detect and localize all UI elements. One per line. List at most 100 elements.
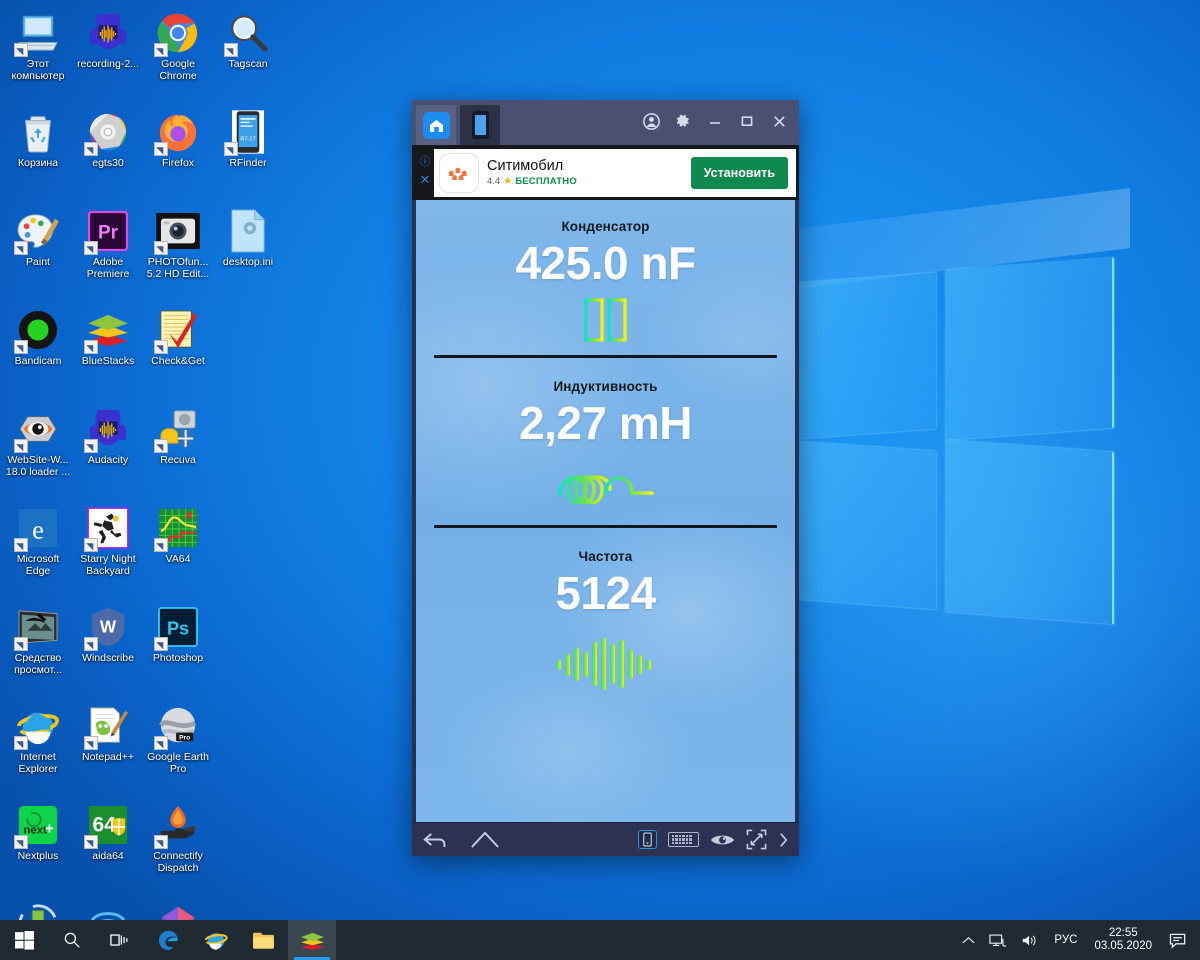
desktop-icon-label: Photoshop [152, 652, 204, 664]
shortcut-overlay-icon [14, 241, 28, 255]
desktop-icon-label: Internet Explorer [18, 751, 58, 775]
app-tab[interactable] [460, 105, 500, 145]
clock-date: 03.05.2020 [1094, 940, 1152, 952]
emulator-titlebar[interactable] [412, 100, 799, 145]
rfinder-phone-icon: R7-17 [224, 109, 271, 156]
desktop-icon-ini-file[interactable]: desktop.ini [213, 202, 283, 301]
keyboard-button[interactable] [668, 831, 699, 848]
desktop-icon-label: Windscribe [82, 652, 134, 664]
desktop-icon-label: Корзина [18, 157, 58, 169]
desktop-icon-this-pc[interactable]: Этот компьютер [3, 4, 73, 103]
internet-explorer-icon [14, 703, 61, 750]
ad-text-block: Ситимобил 4.4 ★ БЕСПЛАТНО [487, 158, 691, 188]
desktop-icon-atom[interactable]: Atom [143, 895, 213, 920]
maximize-button[interactable] [731, 106, 763, 136]
desktop-icon-photo-viewer[interactable]: Средство просмот... [3, 598, 73, 697]
ad-card[interactable]: ⓘ ✕ Ситимобил 4.4 ★ БЕСПЛАТНО Установить [420, 148, 796, 197]
desktop-icon-connectify-dispatch[interactable]: Connectify Dispatch [143, 796, 213, 895]
close-small-icon[interactable]: ✕ [418, 171, 432, 188]
desktop-icon-internet-explorer[interactable]: Internet Explorer [3, 697, 73, 796]
shortcut-overlay-icon [84, 736, 98, 750]
clock[interactable]: 22:55 03.05.2020 [1085, 927, 1161, 953]
desktop-icon-microsoft-edge[interactable]: e Microsoft Edge [3, 499, 73, 598]
edge-chromium-button[interactable] [144, 920, 192, 960]
desktop-icon-adobe-premiere[interactable]: Pr Adobe Premiere [73, 202, 143, 301]
desktop-icon-va64[interactable]: VA64 [143, 499, 213, 598]
desktop-icon-label: Adobe Premiere [86, 256, 130, 280]
desktop-icon-tagscan-magnifier[interactable]: Tagscan [213, 4, 283, 103]
desktop-icon-recycle-bin[interactable]: Корзина [3, 103, 73, 202]
firefox-icon [154, 109, 201, 156]
desktop-icon-bluestacks[interactable]: BlueStacks [73, 301, 143, 400]
photofunstudio-camera-icon [154, 208, 201, 255]
bluestacks-window[interactable]: ⓘ ✕ Ситимобил 4.4 ★ БЕСПЛАТНО Установить… [412, 100, 799, 856]
account-button[interactable] [635, 106, 667, 136]
lc-meter-app-screen[interactable]: Конденсатор 425.0 nF Индуктивность 2,27 … [412, 200, 799, 822]
more-button[interactable] [778, 831, 789, 849]
android-navbar[interactable] [412, 822, 799, 856]
desktop-icon-nextplus[interactable]: next + Nextplus [3, 796, 73, 895]
desktop-icon-google-chrome[interactable]: Google Chrome [143, 4, 213, 103]
desktop-icon-mediaget[interactable]: MediaGet [3, 895, 73, 920]
aida64-icon: 64 [84, 802, 131, 849]
desktop-icon-label: aida64 [92, 850, 124, 862]
start-button[interactable] [0, 920, 48, 960]
desktop-icon-bandicam[interactable]: Bandicam [3, 301, 73, 400]
android-home-button[interactable] [470, 830, 500, 849]
desktop-icon-label: PHOTOfun... 5.2 HD Edit... [146, 256, 210, 280]
desktop-icon-check-and-get[interactable]: Check&Get [143, 301, 213, 400]
windows-taskbar[interactable]: РУС 22:55 03.05.2020 [0, 920, 1200, 960]
shortcut-overlay-icon [154, 241, 168, 255]
desktop-icon-recuva[interactable]: Recuva [143, 400, 213, 499]
windows-wallpaper-logo [610, 188, 1130, 670]
ad-app-name: Ситимобил [487, 157, 564, 174]
shortcut-overlay-icon [14, 637, 28, 651]
android-back-button[interactable] [422, 830, 450, 849]
desktop-icon-rfinder-phone[interactable]: R7-17 RFinder [213, 103, 283, 202]
ini-file-icon [225, 208, 271, 254]
settings-button[interactable] [667, 106, 699, 136]
desktop-icon-disc[interactable]: egts30 [73, 103, 143, 202]
fullscreen-button[interactable] [746, 829, 767, 850]
keyboard-icon [668, 831, 699, 848]
minimize-button[interactable] [699, 106, 731, 136]
svg-text:Pr: Pr [98, 223, 119, 244]
shortcut-overlay-icon [154, 736, 168, 750]
desktop-icon-photofunstudio-camera[interactable]: PHOTOfun... 5.2 HD Edit... [143, 202, 213, 301]
desktop-icon-photoshop[interactable]: Ps Photoshop [143, 598, 213, 697]
ad-install-button[interactable]: Установить [690, 156, 788, 189]
desktop-icon-audacity-file[interactable]: recording-2... [73, 4, 143, 103]
svg-text:e: e [32, 514, 44, 544]
home-tab[interactable] [416, 105, 456, 145]
desktop-icon-starry-night[interactable]: Starry Night Backyard [73, 499, 143, 598]
measurement-frequency: Частота 5124 [416, 528, 795, 692]
ad-app-logo-icon [440, 153, 478, 192]
photo-viewer-icon [14, 604, 61, 651]
volume-icon[interactable] [1014, 920, 1046, 960]
task-view-button[interactable] [96, 920, 144, 960]
rotate-screen-button[interactable] [638, 830, 657, 849]
desktop-icon-audacity[interactable]: Audacity [73, 400, 143, 499]
action-center-button[interactable] [1161, 920, 1200, 960]
desktop-icon-paint-palette[interactable]: Paint [3, 202, 73, 301]
star-icon: ★ [503, 175, 513, 187]
desktop-icon-windscribe[interactable]: W Windscribe [73, 598, 143, 697]
chevron-up-icon[interactable] [955, 920, 982, 960]
language-indicator[interactable]: РУС [1046, 934, 1085, 946]
network-icon[interactable] [982, 920, 1014, 960]
internet-explorer-button[interactable] [192, 920, 240, 960]
desktop-icon-firefox[interactable]: Firefox [143, 103, 213, 202]
ad-banner[interactable]: ⓘ ✕ Ситимобил 4.4 ★ БЕСПЛАТНО Установить [412, 145, 799, 200]
desktop-icon-notepad-plus-plus[interactable]: Notepad++ [73, 697, 143, 796]
ad-meta-controls: ⓘ ✕ [418, 154, 432, 188]
file-explorer-button[interactable] [240, 920, 288, 960]
bluestacks-button[interactable] [288, 920, 336, 960]
search-button[interactable] [48, 920, 96, 960]
close-button[interactable] [763, 106, 795, 136]
desktop-icon-connectify-hotspot[interactable]: Connectify Hotspot [73, 895, 143, 920]
desktop-icon-aida64[interactable]: 64 aida64 [73, 796, 143, 895]
desktop-icon-google-earth-pro[interactable]: Pro Google Earth Pro [143, 697, 213, 796]
desktop-icon-website-watcher-eye[interactable]: WebSite-W... 18.0 loader ... [3, 400, 73, 499]
info-icon[interactable]: ⓘ [418, 154, 432, 171]
eye-drop-button[interactable] [710, 832, 735, 848]
